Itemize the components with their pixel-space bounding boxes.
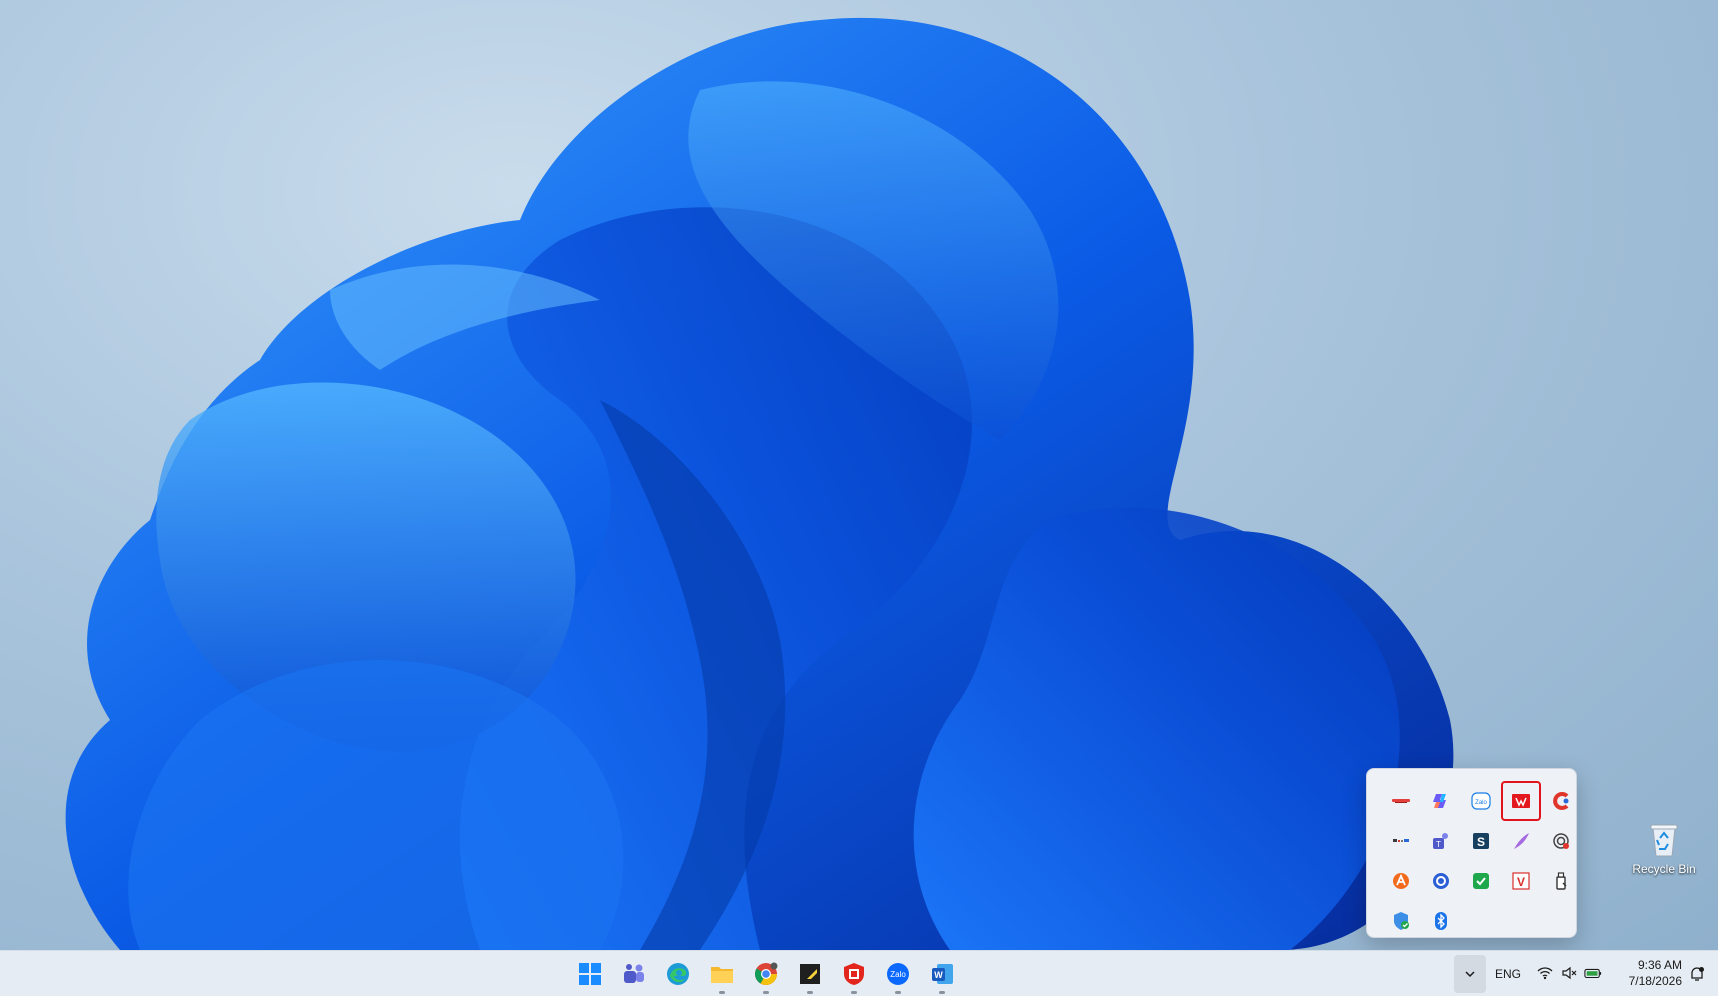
tray-item-ccleaner[interactable] <box>1541 781 1581 821</box>
recycle-bin-label: Recycle Bin <box>1632 862 1696 876</box>
running-indicator <box>939 991 945 994</box>
svg-text:S: S <box>1477 835 1485 849</box>
start-icon <box>579 963 601 985</box>
system-tray-icons[interactable] <box>1536 964 1602 982</box>
tray-item-usb-drive[interactable] <box>1541 861 1581 901</box>
running-indicator <box>763 991 769 994</box>
sync-icon <box>1433 873 1449 889</box>
tray-item-sync[interactable] <box>1421 861 1461 901</box>
teams-icon <box>624 964 644 983</box>
tray-item-bluetooth[interactable] <box>1421 901 1461 941</box>
word-icon: W <box>932 964 953 984</box>
tray-item-keyboard-indicator[interactable] <box>1381 821 1421 861</box>
volume-muted-icon <box>1560 964 1578 982</box>
tray-item-fingerprint[interactable] <box>1541 821 1581 861</box>
tray-item-v-app[interactable]: V <box>1501 861 1541 901</box>
v-app-icon: V <box>1512 872 1530 890</box>
clock[interactable]: 9:36 AM 7/18/2026 <box>1618 957 1682 989</box>
tray-item-copilot[interactable] <box>1421 781 1461 821</box>
tray-item-check-shield[interactable] <box>1461 861 1501 901</box>
show-hidden-icons-button[interactable] <box>1454 955 1486 993</box>
zalo-icon: Zalo <box>887 963 909 985</box>
chrome-icon <box>755 962 778 985</box>
bluetooth-icon <box>1435 912 1447 930</box>
recycle-bin[interactable]: Recycle Bin <box>1620 820 1708 900</box>
logo-badge-icon <box>1392 799 1410 803</box>
ccleaner-icon <box>1553 792 1569 810</box>
teams-icon: T <box>1433 833 1448 849</box>
tray-item-red-pdf-app[interactable] <box>1501 781 1541 821</box>
file-explorer-icon <box>711 967 733 983</box>
taskbar: Zalo W ENG 9:36 AM 7/18/2026 <box>0 950 1718 996</box>
tray-item-logo-badge[interactable] <box>1381 781 1421 821</box>
tray-item-teams[interactable]: T <box>1421 821 1461 861</box>
tray-item-defender[interactable] <box>1381 901 1421 941</box>
recycle-bin-icon <box>1650 824 1678 857</box>
tray-item-feather-pen[interactable] <box>1501 821 1541 861</box>
desktop: Recycle Bin Zalo T S V <box>0 0 1718 950</box>
taskbar-zalo[interactable]: Zalo <box>876 951 920 996</box>
tray-item-avast[interactable] <box>1381 861 1421 901</box>
svg-text:V: V <box>1517 875 1525 889</box>
running-indicator <box>895 991 901 994</box>
usb-drive-icon <box>1556 872 1567 890</box>
svg-text:Zalo: Zalo <box>1475 800 1487 806</box>
red-pdf-app-icon <box>1512 794 1530 808</box>
svg-text:W: W <box>934 970 943 980</box>
defender-icon <box>1394 912 1409 930</box>
avast-icon <box>1393 873 1409 889</box>
shield-app-icon <box>844 963 864 985</box>
taskbar-teams[interactable] <box>612 951 656 996</box>
svg-text:Zalo: Zalo <box>890 970 906 979</box>
keyboard-indicator-icon <box>1393 839 1409 842</box>
wifi-icon <box>1536 964 1554 982</box>
tray-overflow-grid: Zalo T S V <box>1381 781 1581 941</box>
tray-item-zalo[interactable]: Zalo <box>1461 781 1501 821</box>
running-indicator <box>807 991 813 994</box>
check-shield-icon <box>1473 873 1489 889</box>
start-button[interactable] <box>568 951 612 996</box>
taskbar-apps: Zalo W <box>568 951 964 996</box>
tray-item-s-app[interactable]: S <box>1461 821 1501 861</box>
language-indicator[interactable]: ENG <box>1495 967 1521 981</box>
taskbar-shield-app[interactable] <box>832 951 876 996</box>
s-app-icon: S <box>1473 833 1489 849</box>
battery-icon <box>1584 964 1602 982</box>
notification-bell-icon <box>1691 967 1704 981</box>
copilot-icon <box>1433 794 1446 808</box>
tray-overflow-panel: Zalo T S V <box>1366 768 1577 938</box>
running-indicator <box>851 991 857 994</box>
svg-text:T: T <box>1436 840 1441 849</box>
taskbar-edge[interactable] <box>656 951 700 996</box>
zalo-icon: Zalo <box>1471 792 1491 810</box>
running-indicator <box>719 991 725 994</box>
sticky-app-icon <box>800 964 820 984</box>
taskbar-file-explorer[interactable] <box>700 951 744 996</box>
fingerprint-icon <box>1553 833 1569 849</box>
taskbar-chrome[interactable] <box>744 951 788 996</box>
edge-icon <box>667 963 689 985</box>
clock-time: 9:36 AM <box>1637 958 1682 972</box>
clock-date: 7/18/2026 <box>1628 974 1682 988</box>
taskbar-word[interactable]: W <box>920 951 964 996</box>
chevron-down-icon <box>1465 971 1475 978</box>
feather-pen-icon <box>1514 833 1529 849</box>
notification-button[interactable] <box>1688 965 1706 983</box>
taskbar-sticky-app[interactable] <box>788 951 832 996</box>
